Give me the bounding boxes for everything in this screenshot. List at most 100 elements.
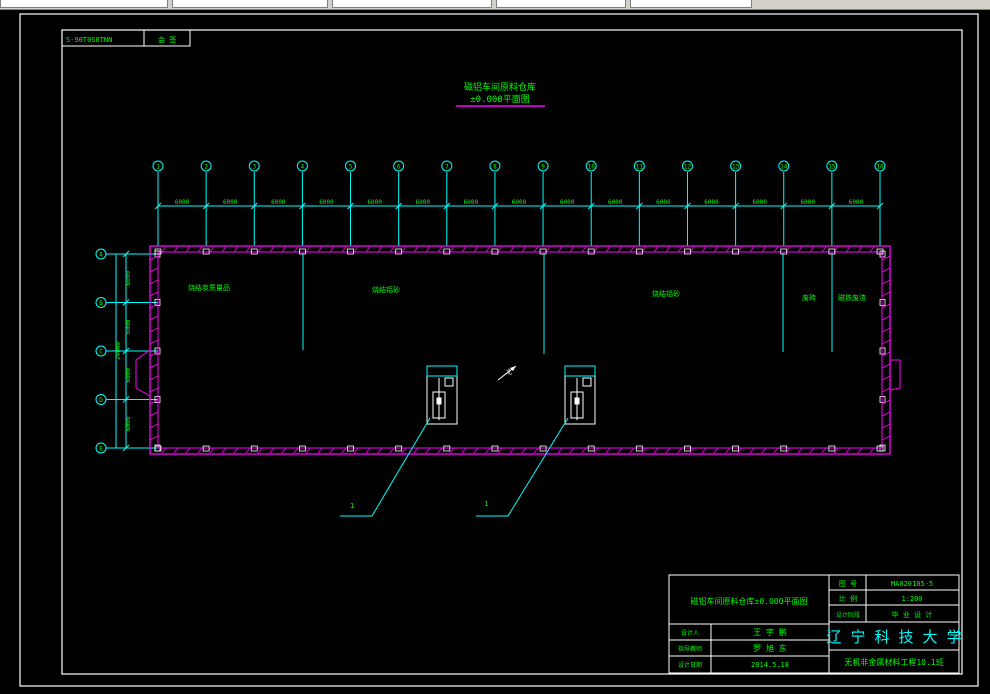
wall-hatch: [845, 447, 851, 454]
wall-hatch: [797, 447, 803, 454]
wall-hatch: [881, 363, 891, 369]
axis-number: 14: [780, 164, 788, 171]
dim-label: 6000: [271, 199, 286, 206]
tb-university: 辽 宁 科 技 大 学: [826, 628, 961, 646]
wall-hatch: [401, 447, 407, 454]
tb-label: 设计日期: [678, 661, 702, 669]
wall-hatch: [161, 246, 167, 253]
wall-hatch: [845, 246, 851, 253]
toolbar-field[interactable]: [172, 0, 328, 8]
wall-hatch: [221, 246, 227, 253]
svg-text:1: 1: [350, 502, 354, 510]
wall-hatch: [857, 246, 863, 253]
axis-number: 8: [493, 164, 497, 171]
dim-label: 6000: [704, 199, 719, 206]
room-label: 烧结炭质量品: [188, 283, 230, 292]
wall-hatch: [149, 255, 159, 261]
wall-hatch: [773, 447, 779, 454]
wall-hatch: [509, 246, 515, 253]
wall-hatch: [881, 375, 891, 381]
axis-number: 9: [541, 164, 545, 171]
wall-hatch: [881, 291, 891, 297]
wall-hatch: [521, 246, 527, 253]
wall-hatch: [821, 447, 827, 454]
wall-hatch: [149, 399, 159, 405]
wall-hatch: [545, 246, 551, 253]
wall-hatch: [725, 246, 731, 253]
wall-hatch: [533, 246, 539, 253]
tb-label: 设计人: [681, 629, 699, 637]
wall-hatch: [749, 447, 755, 454]
wall-hatch: [365, 246, 371, 253]
wall-hatch: [197, 447, 203, 454]
wall-hatch: [197, 246, 203, 253]
axis-number: 1: [156, 164, 160, 171]
cad-drawing-canvas[interactable]: S-90T0S0TNN 会 签 磁铝车间原料仓库 ±0.000平面图 12345…: [0, 10, 990, 694]
svg-text:1: 1: [484, 500, 488, 508]
wall-hatch: [713, 447, 719, 454]
tb-designer: 王 宇 鹏: [753, 627, 787, 637]
row-axes: A B C D E 6000 6000 6000 6000 24000: [95, 248, 886, 454]
wall-hatch: [353, 447, 359, 454]
axis-number: 11: [636, 164, 644, 171]
wall-hatch: [305, 447, 311, 454]
wall-hatch: [293, 246, 299, 253]
axis-letter: D: [99, 397, 103, 404]
partitions: [302, 253, 833, 354]
wall-hatch: [233, 447, 239, 454]
axis-letter: B: [99, 300, 103, 307]
axis-number: 10: [588, 164, 596, 171]
wall-hatch: [353, 246, 359, 253]
dim-label: 6000: [560, 199, 575, 206]
toolbar-field[interactable]: [0, 0, 168, 8]
toolbar-field[interactable]: [630, 0, 752, 8]
leader-line: 1: [340, 417, 431, 517]
axis-number: 3: [252, 164, 256, 171]
wall-hatch: [701, 246, 707, 253]
wall-hatch: [881, 279, 891, 285]
wall-hatch: [857, 447, 863, 454]
wall-hatch: [413, 246, 419, 253]
wall-hatch: [149, 279, 159, 285]
wall-hatch: [329, 246, 335, 253]
wall-hatch: [149, 303, 159, 309]
wall-hatch: [629, 447, 635, 454]
window-toolbar-strip: [0, 0, 990, 10]
wall-hatch: [425, 246, 431, 253]
wall-hatch: [881, 315, 891, 321]
wall-hatch: [317, 246, 323, 253]
wall-hatch: [425, 447, 431, 454]
dim-label: 6000: [125, 319, 132, 334]
dim-label: 6000: [367, 199, 382, 206]
axis-number: 15: [828, 164, 836, 171]
wall-hatch: [881, 387, 891, 393]
wall-hatch: [569, 246, 575, 253]
wall-hatch: [149, 423, 159, 429]
tb-label: 指导教师: [678, 645, 702, 653]
wall-hatch: [881, 423, 891, 429]
dim-label: 6000: [319, 199, 334, 206]
wall-hatch: [749, 246, 755, 253]
axis-number: 2: [204, 164, 208, 171]
wall-hatch: [149, 411, 159, 417]
tb-advisor: 罗 旭 东: [753, 643, 787, 653]
dim-label: 6000: [125, 368, 132, 383]
toolbar-field[interactable]: [332, 0, 492, 8]
wall-hatch: [881, 303, 891, 309]
wall-hatch: [341, 246, 347, 253]
wall-hatch: [281, 246, 287, 253]
wall-hatch: [629, 246, 635, 253]
toolbar-field[interactable]: [496, 0, 626, 8]
wall-hatch: [149, 363, 159, 369]
stamp-code: S-90T0S0TNN: [66, 36, 112, 44]
tb-scale: 1:200: [901, 595, 922, 603]
wall-hatch: [521, 447, 527, 454]
wall-hatch: [509, 447, 515, 454]
wall-hatch: [341, 447, 347, 454]
dim-label: 6000: [801, 199, 816, 206]
dim-label: 6000: [512, 199, 527, 206]
wall-hatch: [869, 447, 875, 454]
wall-hatch: [473, 447, 479, 454]
drawing-title: 磁铝车间原料仓库: [464, 81, 536, 93]
dim-label: 6000: [656, 199, 671, 206]
